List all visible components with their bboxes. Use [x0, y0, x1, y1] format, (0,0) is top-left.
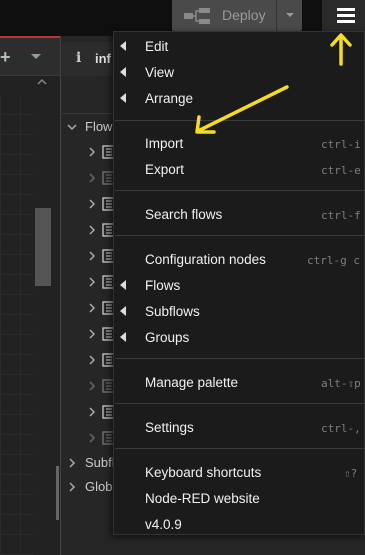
- chevron-right-icon[interactable]: [87, 381, 97, 391]
- menu-item-label: Groups: [145, 330, 190, 345]
- chevron-right-icon[interactable]: [87, 147, 97, 157]
- chevron-right-icon[interactable]: [67, 482, 77, 492]
- menu-item-label: Node-RED website: [145, 491, 260, 506]
- menu-item-label: Settings: [145, 420, 194, 435]
- menu-item-label: Import: [145, 136, 184, 151]
- caret-left-icon: [120, 280, 126, 290]
- chevron-right-icon[interactable]: [87, 407, 97, 417]
- menu-divider: [115, 358, 365, 359]
- chevron-right-icon[interactable]: [87, 277, 97, 287]
- chevron-down-icon[interactable]: [30, 52, 42, 62]
- deploy-icon: [184, 8, 210, 24]
- deploy-button[interactable]: Deploy: [172, 0, 302, 31]
- chevron-right-icon[interactable]: [87, 173, 97, 183]
- chevron-right-icon[interactable]: [87, 303, 97, 313]
- sidebar-tab-label: inf: [95, 51, 111, 66]
- chevron-down-icon[interactable]: [284, 9, 296, 21]
- main-menu-button[interactable]: [322, 0, 365, 31]
- deploy-separator: [276, 0, 277, 31]
- chevron-right-icon[interactable]: [67, 458, 77, 468]
- chevron-right-icon[interactable]: [87, 355, 97, 365]
- deploy-label: Deploy: [222, 7, 266, 23]
- chevron-right-icon[interactable]: [87, 329, 97, 339]
- chevron-right-icon[interactable]: [87, 433, 97, 443]
- chevron-right-icon[interactable]: [87, 251, 97, 261]
- menu-item-flows[interactable]: Flows: [114, 272, 365, 298]
- tree-flows-label[interactable]: Flow: [85, 119, 112, 134]
- menu-item-label: Edit: [145, 39, 169, 54]
- menu-item-label: Keyboard shortcuts: [145, 465, 262, 480]
- sidebar-scrollbar[interactable]: [56, 466, 59, 520]
- annotation-arrow-up-icon: [330, 33, 352, 66]
- menu-item-label: Search flows: [145, 207, 223, 222]
- chevron-down-icon[interactable]: [67, 122, 77, 132]
- menu-item-label: View: [145, 65, 175, 80]
- workspace-scrollbar[interactable]: [35, 208, 51, 286]
- add-flow-button[interactable]: +: [0, 47, 11, 68]
- info-icon: i: [76, 50, 82, 66]
- menu-item-settings[interactable]: Settings ctrl-,: [114, 414, 365, 440]
- tree-global-label[interactable]: Glob: [85, 479, 112, 494]
- menu-item-search-flows[interactable]: Search flows ctrl-f: [114, 201, 365, 227]
- menu-item-node-red-website[interactable]: Node-RED website: [114, 485, 365, 511]
- menu-item-label: Arrange: [145, 91, 194, 106]
- menu-item-keyboard-shortcuts[interactable]: Keyboard shortcuts ⇧?: [114, 459, 365, 485]
- menu-item-version: v4.0.9: [114, 511, 365, 537]
- menu-item-configuration-nodes[interactable]: Configuration nodes ctrl-g c: [114, 246, 365, 272]
- menu-item-label: Manage palette: [145, 375, 239, 390]
- menu-item-subflows[interactable]: Subflows: [114, 298, 365, 324]
- menu-item-shortcut: ctrl-,: [321, 422, 361, 435]
- menu-item-label: v4.0.9: [145, 517, 182, 532]
- menu-item-groups[interactable]: Groups: [114, 324, 365, 350]
- menu-item-shortcut: ⇧?: [344, 467, 358, 480]
- chevron-right-icon[interactable]: [87, 225, 97, 235]
- menu-divider: [115, 235, 365, 236]
- menu-item-label: Export: [145, 162, 185, 177]
- caret-left-icon: [120, 306, 126, 316]
- menu-item-shortcut: alt-⇧p: [321, 377, 361, 390]
- menu-item-shortcut: ctrl-g c: [307, 254, 360, 267]
- caret-left-icon: [120, 93, 126, 103]
- menu-item-shortcut: ctrl-i: [321, 138, 361, 151]
- menu-item-label: Configuration nodes: [145, 252, 266, 267]
- tree-subflows-label[interactable]: Subfl: [85, 455, 115, 470]
- menu-item-shortcut: ctrl-f: [321, 209, 361, 222]
- menu-divider: [115, 448, 365, 449]
- workspace-grid: [0, 96, 34, 555]
- caret-left-icon: [120, 332, 126, 342]
- menu-item-label: Subflows: [145, 304, 200, 319]
- caret-left-icon: [120, 67, 126, 77]
- hamburger-menu-icon: [337, 8, 355, 23]
- chevron-right-icon[interactable]: [87, 199, 97, 209]
- annotation-arrow-diagonal-icon: [195, 85, 289, 134]
- caret-left-icon: [120, 41, 126, 51]
- scroll-up-icon[interactable]: [37, 77, 47, 87]
- menu-item-label: Flows: [145, 278, 181, 293]
- menu-item-manage-palette[interactable]: Manage palette alt-⇧p: [114, 369, 365, 395]
- menu-divider: [115, 403, 365, 404]
- menu-item-export[interactable]: Export ctrl-e: [114, 156, 365, 182]
- menu-divider: [115, 190, 365, 191]
- menu-item-shortcut: ctrl-e: [321, 164, 361, 177]
